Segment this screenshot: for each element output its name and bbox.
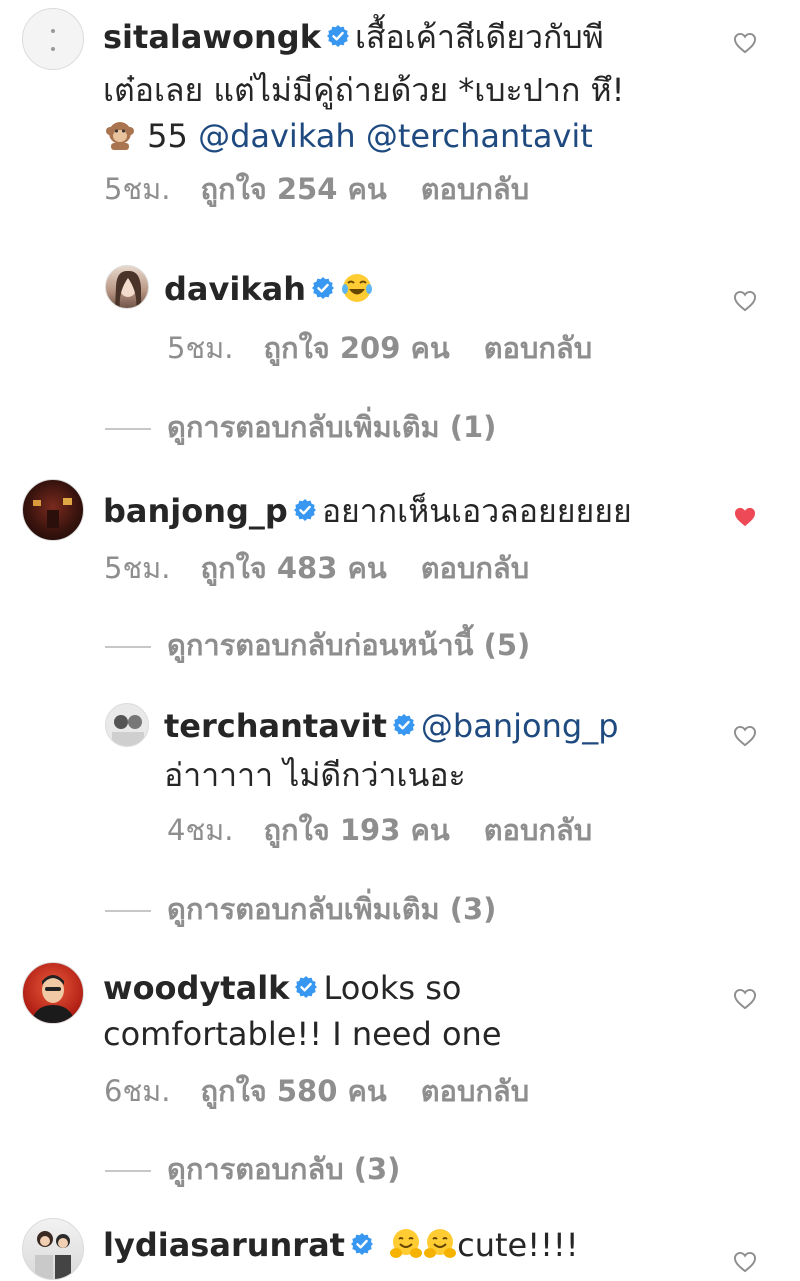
comment-text: เสื้อเค้าสีเดียวกับพี	[354, 18, 604, 56]
view-previous-label[interactable]: ดูการตอบกลับก่อนหน้านี้ (5)	[167, 628, 530, 662]
verified-badge-icon	[311, 277, 334, 299]
reply-button[interactable]: ตอบกลับ	[484, 810, 592, 850]
view-replies[interactable]: ดูการตอบกลับ (3)	[105, 1149, 400, 1189]
comment-body: lydiasarunrat cute!!!!	[103, 1222, 579, 1268]
username[interactable]: woodytalk	[103, 969, 289, 1007]
like-count[interactable]: ถูกใจ 580 คน	[200, 1071, 386, 1111]
comment-text-line: อ่าาาาา ไม่ดีกว่าเนอะ	[164, 756, 466, 794]
timestamp: 6ชม.	[104, 1074, 171, 1108]
mention-link[interactable]: @banjong_p	[421, 707, 619, 745]
view-more-replies[interactable]: ดูการตอบกลับเพิ่มเติม (1)	[105, 407, 496, 447]
profile-photo	[33, 498, 72, 528]
comment-text: อยากเห็นเอวลอยยยยย	[321, 492, 632, 530]
verified-badge-icon	[350, 1233, 373, 1255]
comment-meta: 5ชม. ถูกใจ 483 คน ตอบกลับ	[104, 548, 529, 588]
timestamp: 5ชม.	[104, 172, 171, 206]
like-count[interactable]: ถูกใจ 483 คน	[200, 548, 386, 588]
comment-body: banjong_p อยากเห็นเอวลอยยยยย	[103, 488, 632, 534]
like-count[interactable]: ถูกใจ 209 คน	[263, 328, 449, 368]
avatar[interactable]	[22, 479, 84, 541]
verified-badge-icon	[295, 976, 318, 998]
like-count[interactable]: ถูกใจ 193 คน	[263, 810, 449, 850]
comment-meta: 5ชม. ถูกใจ 254 คน ตอบกลับ	[104, 169, 529, 209]
username[interactable]: sitalawongk	[103, 18, 321, 56]
heart-icon[interactable]	[733, 32, 757, 54]
reply-button[interactable]: ตอบกลับ	[421, 548, 529, 588]
comment-body: sitalawongk เสื้อเค้าสีเดียวกับพี	[103, 14, 703, 60]
like-count[interactable]: ถูกใจ 254 คน	[200, 169, 386, 209]
avatar[interactable]	[22, 8, 84, 70]
view-replies-label[interactable]: ดูการตอบกลับ (3)	[167, 1152, 400, 1186]
username[interactable]: davikah	[164, 270, 306, 308]
view-previous-replies[interactable]: ดูการตอบกลับก่อนหน้านี้ (5)	[105, 625, 530, 665]
tears-of-joy-icon	[341, 274, 372, 302]
avatar[interactable]	[105, 703, 149, 747]
comment-body: davikah	[164, 266, 374, 312]
comment-text: Looks so	[323, 969, 462, 1007]
profile-photo	[115, 270, 141, 308]
comment-body: woodytalk Looks so	[103, 965, 461, 1011]
comment-meta: 5ชม. ถูกใจ 209 คน ตอบกลับ	[167, 328, 592, 368]
comment-text-line: comfortable!! I need one	[103, 1015, 502, 1053]
avatar[interactable]	[22, 1218, 84, 1280]
avatar[interactable]	[105, 265, 149, 309]
heart-icon[interactable]	[733, 1251, 757, 1273]
username[interactable]: terchantavit	[164, 707, 387, 745]
comment-meta: 6ชม. ถูกใจ 580 คน ตอบกลับ	[104, 1071, 529, 1111]
placeholder-avatar-icon	[51, 29, 55, 51]
comment-text: cute!!!!	[457, 1226, 579, 1264]
comment-text: 55	[147, 117, 188, 155]
mention-link[interactable]: @davikah	[198, 117, 356, 155]
comment-meta: 4ชม. ถูกใจ 193 คน ตอบกลับ	[167, 810, 592, 850]
reply-button[interactable]: ตอบกลับ	[421, 1071, 529, 1111]
heart-icon[interactable]	[733, 290, 757, 312]
verified-badge-icon	[293, 499, 316, 521]
timestamp: 4ชม.	[167, 813, 234, 847]
heart-icon[interactable]	[733, 988, 757, 1010]
reply-button[interactable]: ตอบกลับ	[421, 169, 529, 209]
divider	[105, 646, 151, 648]
profile-photo	[112, 715, 144, 746]
username[interactable]: banjong_p	[103, 492, 288, 530]
verified-badge-icon	[326, 25, 349, 47]
verified-badge-icon	[392, 714, 415, 736]
hugging-face-icon	[390, 1229, 423, 1258]
comment-body: terchantavit @banjong_p	[164, 703, 619, 749]
timestamp: 5ชม.	[167, 331, 234, 365]
hugging-face-icon	[424, 1229, 457, 1258]
avatar[interactable]	[22, 962, 84, 1024]
monkey-icon	[106, 122, 134, 150]
view-more-label[interactable]: ดูการตอบกลับเพิ่มเติม (3)	[167, 892, 496, 926]
divider	[105, 1170, 151, 1172]
reply-button[interactable]: ตอบกลับ	[484, 328, 592, 368]
divider	[105, 910, 151, 912]
mention-link[interactable]: @terchantavit	[366, 117, 593, 155]
view-more-label[interactable]: ดูการตอบกลับเพิ่มเติม (1)	[167, 410, 496, 444]
comment-text-line: 55 @davikah @terchantavit	[103, 113, 593, 159]
timestamp: 5ชม.	[104, 551, 171, 585]
profile-photo	[31, 975, 75, 1023]
heart-icon[interactable]	[733, 725, 757, 747]
profile-photo	[35, 1231, 71, 1279]
view-more-replies[interactable]: ดูการตอบกลับเพิ่มเติม (3)	[105, 889, 496, 929]
divider	[105, 428, 151, 430]
username[interactable]: lydiasarunrat	[103, 1226, 345, 1264]
comment-text-line: เต๋อเลย แต่ไม่มีคู่ถ่ายด้วย *เบะปาก หึ!	[103, 71, 625, 109]
heart-liked-icon[interactable]	[733, 506, 757, 528]
